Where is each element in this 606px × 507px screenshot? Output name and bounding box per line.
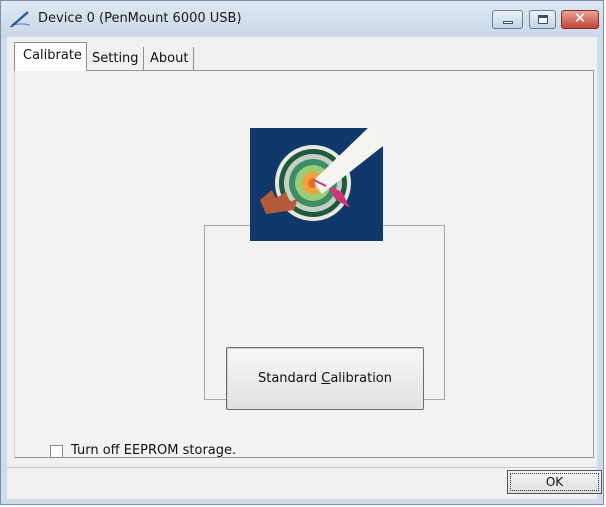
pen-icon — [9, 11, 31, 28]
standard-calibration-button[interactable]: Standard Calibration — [226, 347, 424, 410]
eeprom-checkbox[interactable] — [50, 445, 63, 458]
close-button[interactable]: ✕ — [561, 9, 599, 29]
standard-calibration-label-pre: Standard — [257, 371, 322, 386]
dialog-client-area: Calibrate Setting About Standard Calibra… — [7, 37, 602, 499]
tab-calibrate-label: Calibrate — [23, 48, 82, 63]
standard-calibration-access-key: C — [321, 371, 331, 386]
title-bar[interactable]: Device 0 (PenMount 6000 USB) ✕ — [1, 1, 603, 37]
footer-divider — [7, 467, 597, 468]
minimize-icon — [503, 21, 513, 24]
tab-about[interactable]: About — [144, 47, 194, 70]
dialog-window: Device 0 (PenMount 6000 USB) ✕ Calibrate… — [0, 0, 604, 505]
eeprom-checkbox-label[interactable]: Turn off EEPROM storage. — [71, 443, 236, 458]
tab-setting-label: Setting — [92, 51, 139, 66]
calibrate-panel: Standard Calibration Turn off EEPROM sto… — [14, 70, 594, 458]
close-icon: ✕ — [573, 9, 587, 27]
tab-setting[interactable]: Setting — [87, 47, 144, 70]
maximize-icon — [538, 15, 548, 24]
maximize-button[interactable] — [529, 10, 556, 29]
minimize-button[interactable] — [492, 10, 523, 29]
ok-button-label: OK — [545, 475, 564, 489]
tab-calibrate[interactable]: Calibrate — [14, 42, 87, 71]
standard-calibration-label-post: alibration — [330, 371, 392, 386]
tab-about-label: About — [150, 51, 189, 66]
target-pen-icon — [250, 128, 383, 241]
window-title: Device 0 (PenMount 6000 USB) — [38, 11, 242, 26]
ok-button[interactable]: OK — [507, 470, 602, 494]
